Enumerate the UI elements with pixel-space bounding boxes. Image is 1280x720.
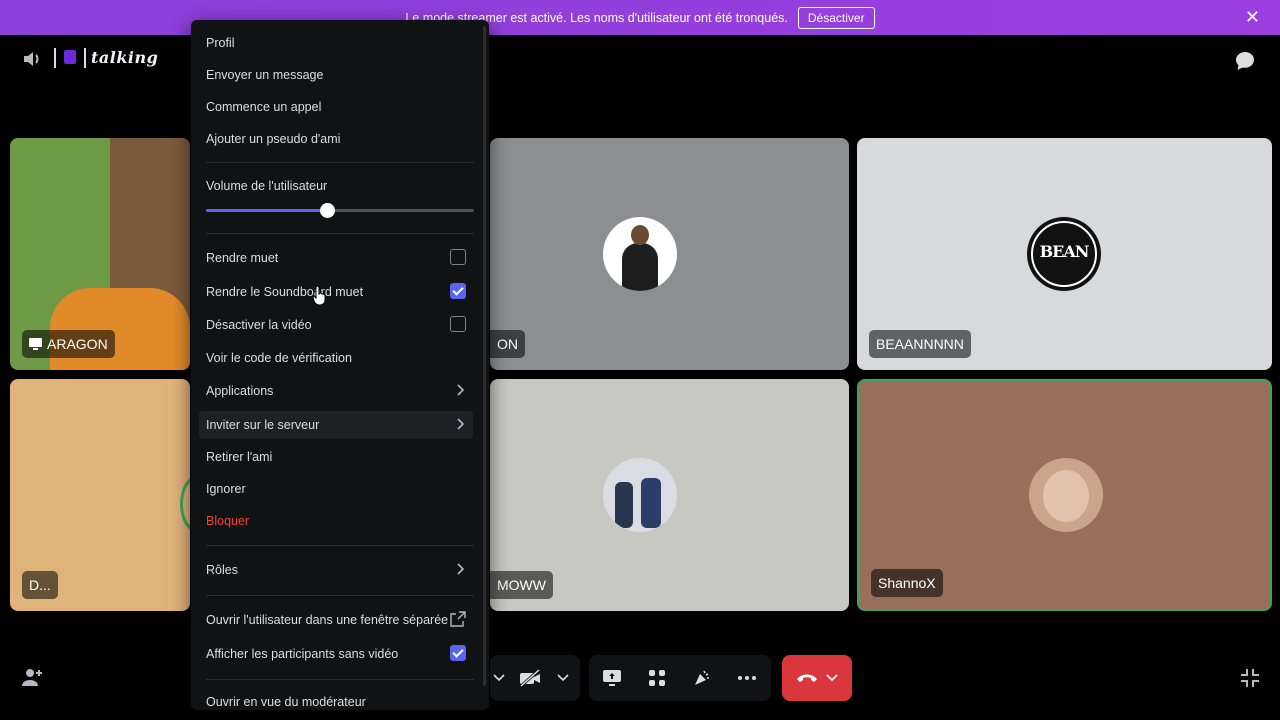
avatar [603, 458, 677, 532]
menu-item-start-call[interactable]: Commence un appel [199, 93, 473, 121]
menu-item-disable-video[interactable]: Désactiver la vidéo [199, 311, 473, 339]
avatar [1029, 458, 1103, 532]
mute-checkbox[interactable] [450, 249, 466, 265]
menu-divider [206, 595, 474, 596]
menu-divider [206, 233, 474, 234]
participant-tile[interactable]: ShannoX [857, 379, 1272, 611]
chat-icon[interactable] [1234, 50, 1256, 72]
screen-share-icon [29, 338, 42, 350]
menu-item-ignore[interactable]: Ignorer [199, 475, 473, 503]
soundboard-icon [694, 670, 709, 685]
mute-soundboard-checkbox[interactable] [450, 283, 466, 299]
user-context-menu: Profil Envoyer un message Commence un ap… [191, 20, 489, 710]
participant-tile[interactable]: BEAN BEAANNNNN [857, 138, 1272, 370]
camera-options-button[interactable] [552, 655, 574, 701]
channel-name: talking [91, 48, 159, 67]
activity-controls [589, 655, 771, 701]
hangup-icon [797, 674, 817, 682]
menu-divider [206, 679, 474, 680]
mouse-cursor-icon [312, 285, 326, 305]
camera-toggle-button[interactable] [508, 655, 552, 701]
slider-fill [206, 209, 327, 212]
menu-item-verification-code[interactable]: Voir le code de vérification [199, 344, 473, 372]
add-user-icon[interactable] [20, 666, 44, 690]
server-icon [64, 50, 76, 64]
more-options-button[interactable] [724, 655, 769, 701]
participant-name: MOWW [490, 571, 553, 599]
menu-item-show-no-video[interactable]: Afficher les participants sans vidéo [199, 640, 473, 668]
participant-tile[interactable]: ARAGON [10, 138, 190, 370]
menu-item-block[interactable]: Bloquer [199, 507, 473, 535]
avatar [603, 217, 677, 291]
chevron-down-icon [493, 674, 505, 682]
chevron-right-icon [457, 563, 465, 575]
participant-tile[interactable]: ON [490, 138, 849, 370]
screen-share-button[interactable] [589, 655, 634, 701]
menu-item-profile[interactable]: Profil [199, 29, 473, 57]
participant-name: BEAANNNNN [869, 330, 971, 358]
camera-controls [490, 655, 580, 701]
speaking-ring [180, 475, 190, 533]
chevron-right-icon [457, 384, 465, 396]
disconnect-button[interactable] [782, 655, 852, 701]
channel-divider [54, 48, 56, 68]
menu-item-open-separate-window[interactable]: Ouvrir l'utilisateur dans une fenêtre sé… [199, 606, 473, 634]
channel-divider [84, 48, 86, 68]
menu-item-mute-soundboard[interactable]: Rendre le Soundboard muet [199, 278, 473, 306]
close-icon[interactable]: ✕ [1245, 8, 1260, 26]
activities-button[interactable] [634, 655, 679, 701]
menu-item-send-message[interactable]: Envoyer un message [199, 61, 473, 89]
chevron-down-icon [557, 674, 569, 682]
participant-name: ON [490, 330, 525, 358]
participant-name: D... [22, 571, 58, 599]
disable-streamer-mode-button[interactable]: Désactiver [797, 6, 875, 29]
avatar: BEAN [1027, 217, 1101, 291]
participant-name: ShannoX [871, 569, 943, 597]
menu-divider [206, 162, 474, 163]
menu-item-applications[interactable]: Applications [199, 377, 473, 405]
menu-item-moderator-view[interactable]: Ouvrir en vue du modérateur [199, 688, 473, 716]
menu-item-roles[interactable]: Rôles [199, 556, 473, 584]
user-volume-slider[interactable] [206, 203, 474, 218]
menu-item-mute[interactable]: Rendre muet [199, 244, 473, 272]
participant-tile[interactable]: D... [10, 379, 190, 611]
user-volume-label: Volume de l'utilisateur [206, 179, 328, 193]
menu-divider [206, 545, 474, 546]
disable-video-checkbox[interactable] [450, 316, 466, 332]
slider-thumb[interactable] [319, 203, 335, 218]
chevron-down-icon [826, 674, 838, 682]
show-no-video-checkbox[interactable] [450, 645, 466, 661]
exit-fullscreen-icon[interactable] [1240, 668, 1260, 688]
scrollbar[interactable] [483, 26, 486, 686]
camera-off-icon [520, 669, 540, 687]
soundboard-button[interactable] [679, 655, 724, 701]
speaker-icon [24, 52, 39, 66]
external-window-icon [450, 611, 466, 627]
participant-tile[interactable]: MOWW [490, 379, 849, 611]
menu-item-add-nickname[interactable]: Ajouter un pseudo d'ami [199, 125, 473, 153]
activities-icon [648, 670, 665, 686]
more-icon [737, 676, 756, 680]
participant-name: ARAGON [22, 330, 115, 358]
menu-item-remove-friend[interactable]: Retirer l'ami [199, 443, 473, 471]
menu-item-invite-server[interactable]: Inviter sur le serveur [199, 411, 473, 439]
screen-share-icon [602, 670, 621, 686]
chevron-right-icon [457, 418, 465, 430]
camera-options-button[interactable] [490, 655, 508, 701]
